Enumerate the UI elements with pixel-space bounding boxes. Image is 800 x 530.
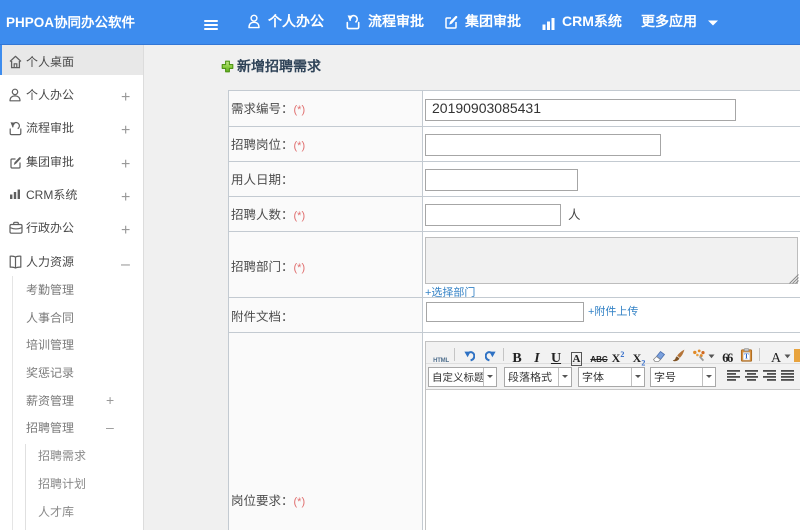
svg-text:T: T — [744, 353, 749, 361]
